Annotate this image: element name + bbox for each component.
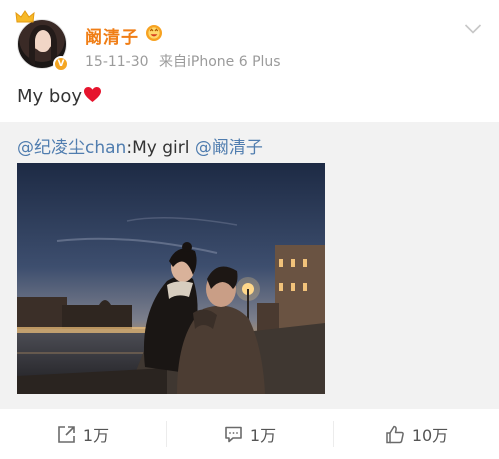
share-icon: [58, 425, 75, 443]
chevron-down-icon[interactable]: [464, 23, 482, 35]
repost-text: @纪凌尘chan:My girl @阚清子: [17, 133, 263, 158]
post-text-content: My boy: [17, 86, 82, 107]
comment-button[interactable]: 1万: [167, 409, 333, 459]
vip-icon[interactable]: [145, 24, 163, 42]
post-timestamp[interactable]: 15-11-30: [85, 54, 149, 70]
avatar-face: [35, 30, 51, 52]
repost-content: My girl: [132, 138, 195, 158]
post-meta: 15-11-30 来自iPhone 6 Plus: [85, 51, 287, 71]
repost-container[interactable]: @纪凌尘chan:My girl @阚清子: [0, 122, 499, 409]
share-button[interactable]: 1万: [0, 409, 166, 459]
verified-icon: V: [53, 56, 69, 72]
post-header: V 阚清子 15-11-30 来自iPhone 6 Plus: [0, 0, 499, 82]
share-count: 1万: [82, 426, 110, 445]
avatar-container[interactable]: V: [15, 10, 69, 72]
like-button[interactable]: 10万: [334, 409, 499, 459]
author-name[interactable]: 阚清子: [85, 23, 139, 48]
post-text: My boy: [17, 86, 102, 107]
action-bar: 1万 1万 10万: [0, 409, 499, 459]
crown-icon: [15, 10, 35, 23]
post-photo[interactable]: [17, 163, 325, 394]
comment-icon: [225, 426, 242, 442]
comment-count: 1万: [249, 426, 277, 445]
mention-link[interactable]: @纪凌尘chan: [17, 138, 126, 158]
like-count: 10万: [411, 426, 449, 445]
heart-icon: [84, 86, 101, 103]
thumbs-up-icon: [386, 425, 404, 443]
post-source: 来自iPhone 6 Plus: [159, 54, 281, 70]
mention-link[interactable]: @阚清子: [195, 138, 263, 158]
